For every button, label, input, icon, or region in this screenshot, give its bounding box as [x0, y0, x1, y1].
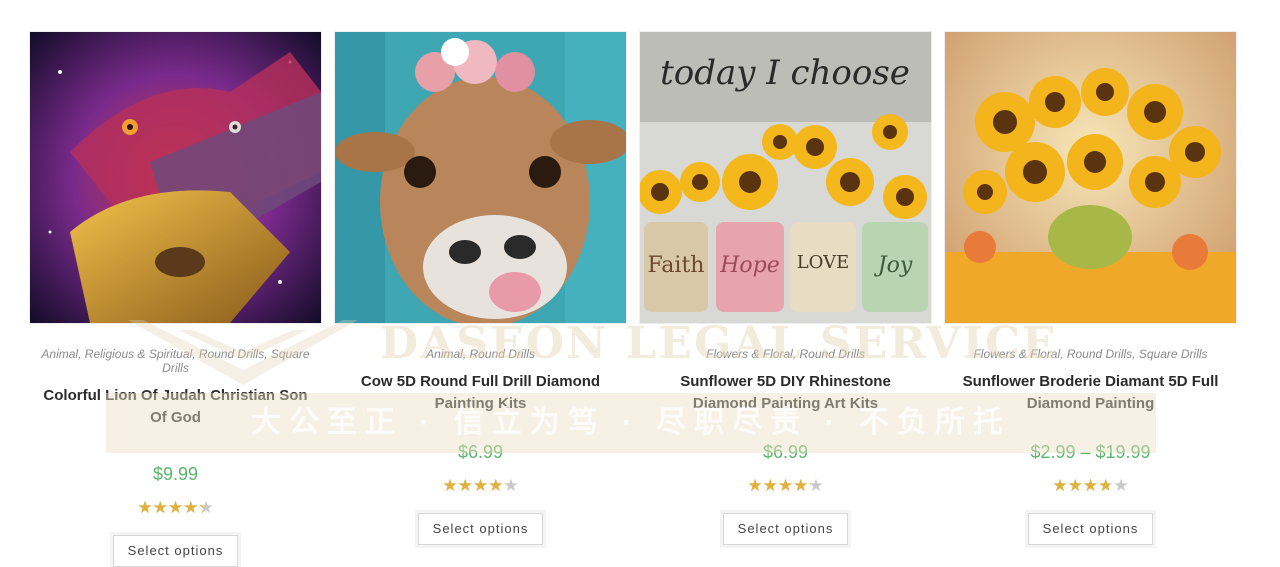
watermark-band: 大公至正 · 信立为笃 · 尽职尽责 · 不负所托 — [106, 393, 1156, 453]
star-icon: ★★ — [183, 498, 199, 517]
product-grid: Animal, Religious & Spiritual, Round Dri… — [0, 0, 1280, 567]
star-icon: ★★ — [137, 498, 153, 517]
star-icon: ★★ — [488, 476, 504, 495]
jar-label: Hope — [719, 253, 780, 278]
product-card: Animal, Round Drills Cow 5D Round Full D… — [334, 31, 627, 545]
star-rating: ★★★★★★★★★★ — [334, 477, 627, 495]
product-image-cow[interactable] — [334, 31, 627, 324]
sign-text: today I choose — [660, 53, 910, 93]
product-card: today I choose Faith Hope LOVE Joy Flowe… — [639, 31, 932, 545]
product-card: Animal, Religious & Spiritual, Round Dri… — [29, 31, 322, 567]
star-icon: ★★ — [793, 476, 809, 495]
watermark-band-text: 大公至正 · 信立为笃 · 尽职尽责 · 不负所托 — [251, 406, 1011, 439]
sunflower-jars-artwork: today I choose Faith Hope LOVE Joy — [640, 32, 931, 323]
star-icon: ★★ — [1067, 476, 1083, 495]
watermark-emblem — [128, 320, 358, 385]
star-icon: ★★ — [152, 498, 168, 517]
star-icon: ★★ — [808, 476, 824, 495]
product-image-sunflower-jars[interactable]: today I choose Faith Hope LOVE Joy — [639, 31, 932, 324]
product-image-sunflower-vase[interactable] — [944, 31, 1237, 324]
star-icon: ★★ — [442, 476, 458, 495]
product-image-lion[interactable] — [29, 31, 322, 324]
jar-label: Faith — [648, 253, 705, 278]
star-icon: ★★ — [198, 498, 214, 517]
watermark-logo: DASEON LEGAL SERVICE — [380, 318, 1058, 369]
select-options-button[interactable]: Select options — [417, 513, 544, 545]
select-options-button[interactable]: Select options — [112, 535, 239, 567]
star-icon: ★★ — [457, 476, 473, 495]
jar-label: Joy — [874, 253, 913, 278]
star-icon: ★★ — [762, 476, 778, 495]
product-card: Flowers & Floral, Round Drills, Square D… — [944, 31, 1237, 545]
star-icon: ★★ — [167, 498, 184, 517]
star-icon: ★★ — [472, 476, 489, 495]
select-options-button[interactable]: Select options — [1027, 513, 1154, 545]
star-icon: ★★ — [1052, 476, 1068, 495]
star-icon: ★★ — [1098, 476, 1114, 495]
jar-label: LOVE — [797, 252, 850, 273]
category-link[interactable]: Animal — [41, 347, 78, 361]
star-rating: ★★★★★★★★★★ — [29, 499, 322, 517]
cow-artwork — [335, 32, 626, 323]
lion-artwork — [30, 32, 321, 323]
star-icon: ★★ — [747, 476, 763, 495]
category-link[interactable]: Round Drills — [1067, 347, 1132, 361]
star-icon: ★★ — [1113, 476, 1129, 495]
star-icon: ★★ — [1082, 476, 1099, 495]
select-options-button[interactable]: Select options — [722, 513, 849, 545]
product-price: $9.99 — [152, 464, 199, 484]
sunflower-vase-artwork — [945, 32, 1236, 323]
category-link[interactable]: Square Drills — [1139, 347, 1208, 361]
star-rating: ★★★★★★★★★★ — [639, 477, 932, 495]
star-rating: ★★★★★★★★★★ — [944, 477, 1237, 495]
star-icon: ★★ — [503, 476, 519, 495]
star-icon: ★★ — [777, 476, 794, 495]
